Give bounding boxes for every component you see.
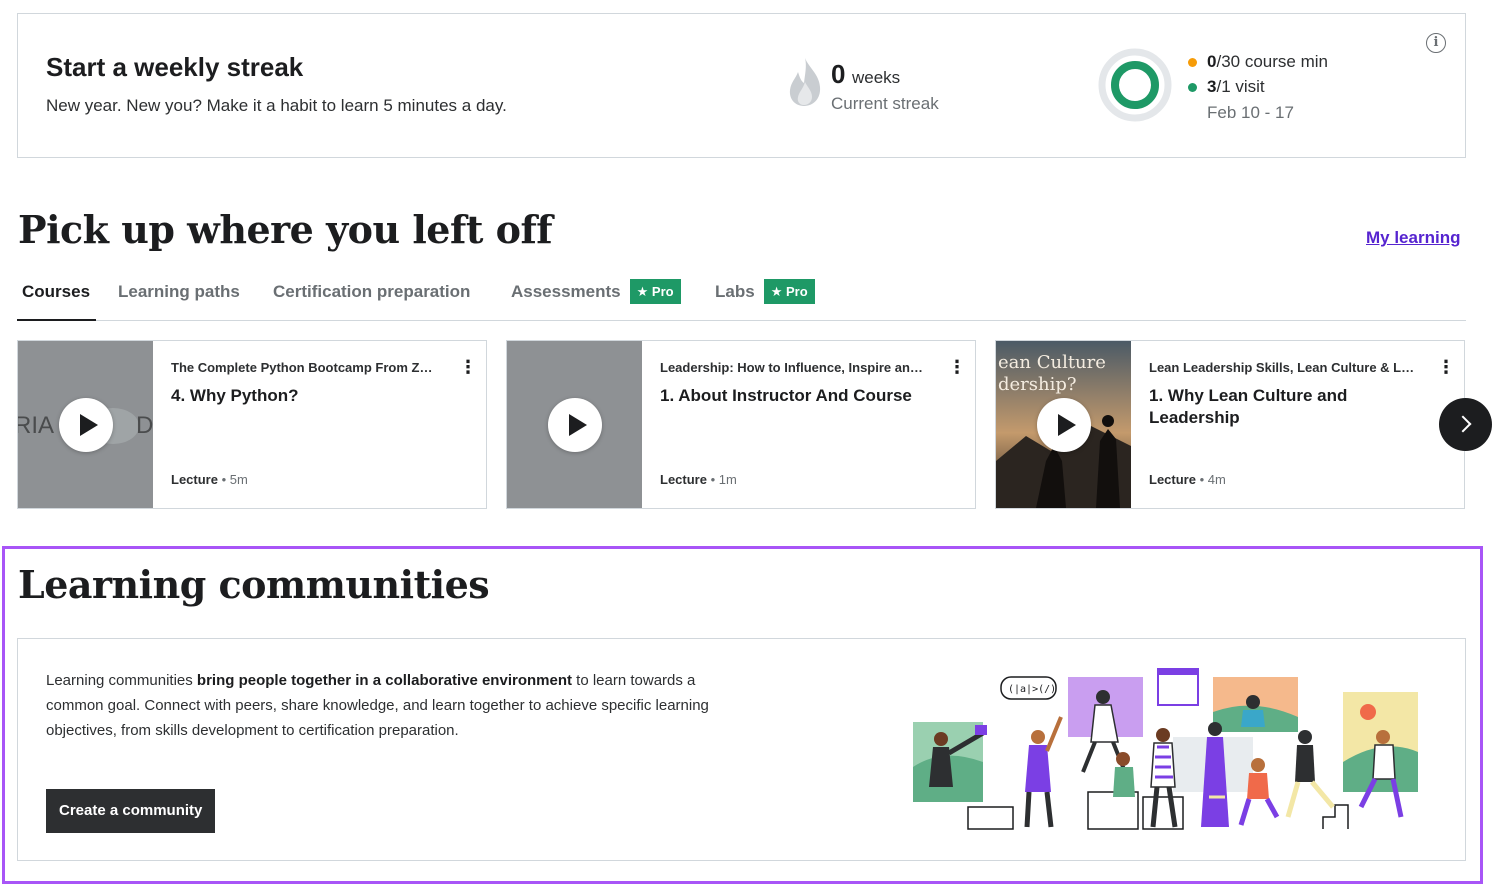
card-type: Lecture bbox=[171, 472, 218, 487]
card-course-title: Lean Leadership Skills, Lean Culture & L… bbox=[1149, 360, 1415, 375]
card-meta: Lecture • 1m bbox=[660, 472, 737, 487]
communities-text-bold: bring people together in a collaborative… bbox=[196, 672, 572, 689]
visit-rest: /1 visit bbox=[1216, 77, 1265, 96]
pro-badge-label: Pro bbox=[651, 284, 674, 299]
course-min-dot bbox=[1188, 57, 1197, 67]
person-4 bbox=[1113, 752, 1135, 797]
tab-learning-paths[interactable]: Learning paths bbox=[118, 278, 240, 321]
tab-assessments[interactable]: Assessments ★ Pro bbox=[511, 278, 681, 321]
card-course-title: The Complete Python Bootcamp From Z… bbox=[171, 360, 433, 375]
info-icon[interactable]: i bbox=[1426, 33, 1446, 53]
thumb-text-line-2: dership? bbox=[998, 374, 1077, 395]
streak-weeks-count: 0 bbox=[831, 59, 846, 89]
card-meta: Lecture • 5m bbox=[171, 472, 248, 487]
visit-goal: 3/1 visit bbox=[1188, 77, 1265, 97]
tab-labs[interactable]: Labs ★ Pro bbox=[715, 278, 815, 321]
course-min-rest: /30 course min bbox=[1216, 52, 1328, 71]
tab-assessments-label: Assessments bbox=[511, 282, 621, 301]
more-options-icon[interactable]: ⋮ bbox=[948, 357, 966, 379]
tab-labs-label: Labs bbox=[715, 282, 755, 301]
tab-certification-preparation[interactable]: Certification preparation bbox=[273, 278, 470, 321]
person-9 bbox=[1285, 730, 1335, 818]
play-button[interactable] bbox=[59, 398, 113, 452]
create-community-button[interactable]: Create a community bbox=[46, 789, 216, 833]
course-thumbnail bbox=[507, 341, 642, 508]
card-type: Lecture bbox=[660, 472, 707, 487]
pro-badge: ★ Pro bbox=[763, 279, 815, 304]
person-2 bbox=[1024, 716, 1063, 828]
svg-text:RIA: RIA bbox=[18, 412, 54, 439]
communities-title: Learning communities bbox=[18, 562, 490, 607]
more-options-icon[interactable]: ⋮ bbox=[459, 357, 477, 379]
course-min-goal: 0/30 course min bbox=[1188, 52, 1328, 72]
pro-badge: ★ Pro bbox=[629, 279, 681, 304]
card-course-title: Leadership: How to Influence, Inspire an… bbox=[660, 360, 923, 375]
card-meta: Lecture • 4m bbox=[1149, 472, 1226, 487]
card-lecture-title: 1. About Instructor And Course bbox=[660, 386, 912, 405]
carousel-next-button[interactable] bbox=[1439, 398, 1492, 451]
communities-card: Learning communities bring people togeth… bbox=[17, 638, 1466, 861]
tab-learning-paths-label: Learning paths bbox=[118, 282, 240, 301]
tab-courses[interactable]: Courses bbox=[17, 278, 96, 321]
card-type: Lecture bbox=[1149, 472, 1196, 487]
streak-title: Start a weekly streak bbox=[46, 52, 304, 82]
streak-weeks-unit: weeks bbox=[852, 68, 901, 87]
course-card[interactable]: RIA D The Complete Python Bootcamp From … bbox=[17, 340, 487, 509]
svg-text:D: D bbox=[136, 412, 153, 439]
community-illustration: (|a|>(/) bbox=[913, 668, 1418, 830]
course-thumbnail: RIA D bbox=[18, 341, 153, 508]
course-min-value: 0 bbox=[1207, 52, 1217, 71]
course-thumbnail: ean Culture dership? bbox=[996, 341, 1131, 508]
streak-subtitle: New year. New you? Make it a habit to le… bbox=[46, 96, 507, 115]
card-duration: 4m bbox=[1207, 472, 1226, 487]
weekly-streak-card: Start a weekly streak New year. New you?… bbox=[17, 13, 1466, 158]
card-lecture-title: 4. Why Python? bbox=[171, 386, 299, 405]
course-card[interactable]: Leadership: How to Influence, Inspire an… bbox=[506, 340, 976, 509]
tab-certification-label: Certification preparation bbox=[273, 282, 471, 301]
flame-icon bbox=[789, 58, 821, 106]
play-button[interactable] bbox=[548, 398, 602, 452]
thumb-text-line-1: ean Culture bbox=[998, 352, 1106, 373]
my-learning-link[interactable]: My learning bbox=[1366, 228, 1460, 248]
bubble-text: (|a|>(/) bbox=[1008, 684, 1056, 695]
pickup-title: Pick up where you left off bbox=[18, 207, 553, 252]
play-button[interactable] bbox=[1037, 398, 1091, 452]
progress-ring bbox=[1098, 48, 1172, 122]
communities-text-1: Learning communities bbox=[46, 672, 197, 689]
card-duration: 1m bbox=[718, 472, 737, 487]
card-lecture-title: 1. Why Lean Culture and Leadership bbox=[1149, 386, 1348, 427]
card-duration: 5m bbox=[229, 472, 248, 487]
content-tabs: Courses Learning paths Certification pre… bbox=[17, 278, 1466, 321]
more-options-icon[interactable]: ⋮ bbox=[1437, 357, 1455, 379]
visit-dot bbox=[1188, 82, 1197, 92]
communities-description: Learning communities bring people togeth… bbox=[46, 668, 746, 743]
current-streak-label: Current streak bbox=[831, 94, 939, 113]
visit-value: 3 bbox=[1207, 77, 1217, 96]
course-card[interactable]: ean Culture dership? Lean Leadership Ski… bbox=[995, 340, 1465, 509]
tab-courses-label: Courses bbox=[22, 282, 91, 301]
goal-date-range: Feb 10 - 17 bbox=[1207, 103, 1294, 122]
pro-badge-label: Pro bbox=[785, 284, 808, 299]
